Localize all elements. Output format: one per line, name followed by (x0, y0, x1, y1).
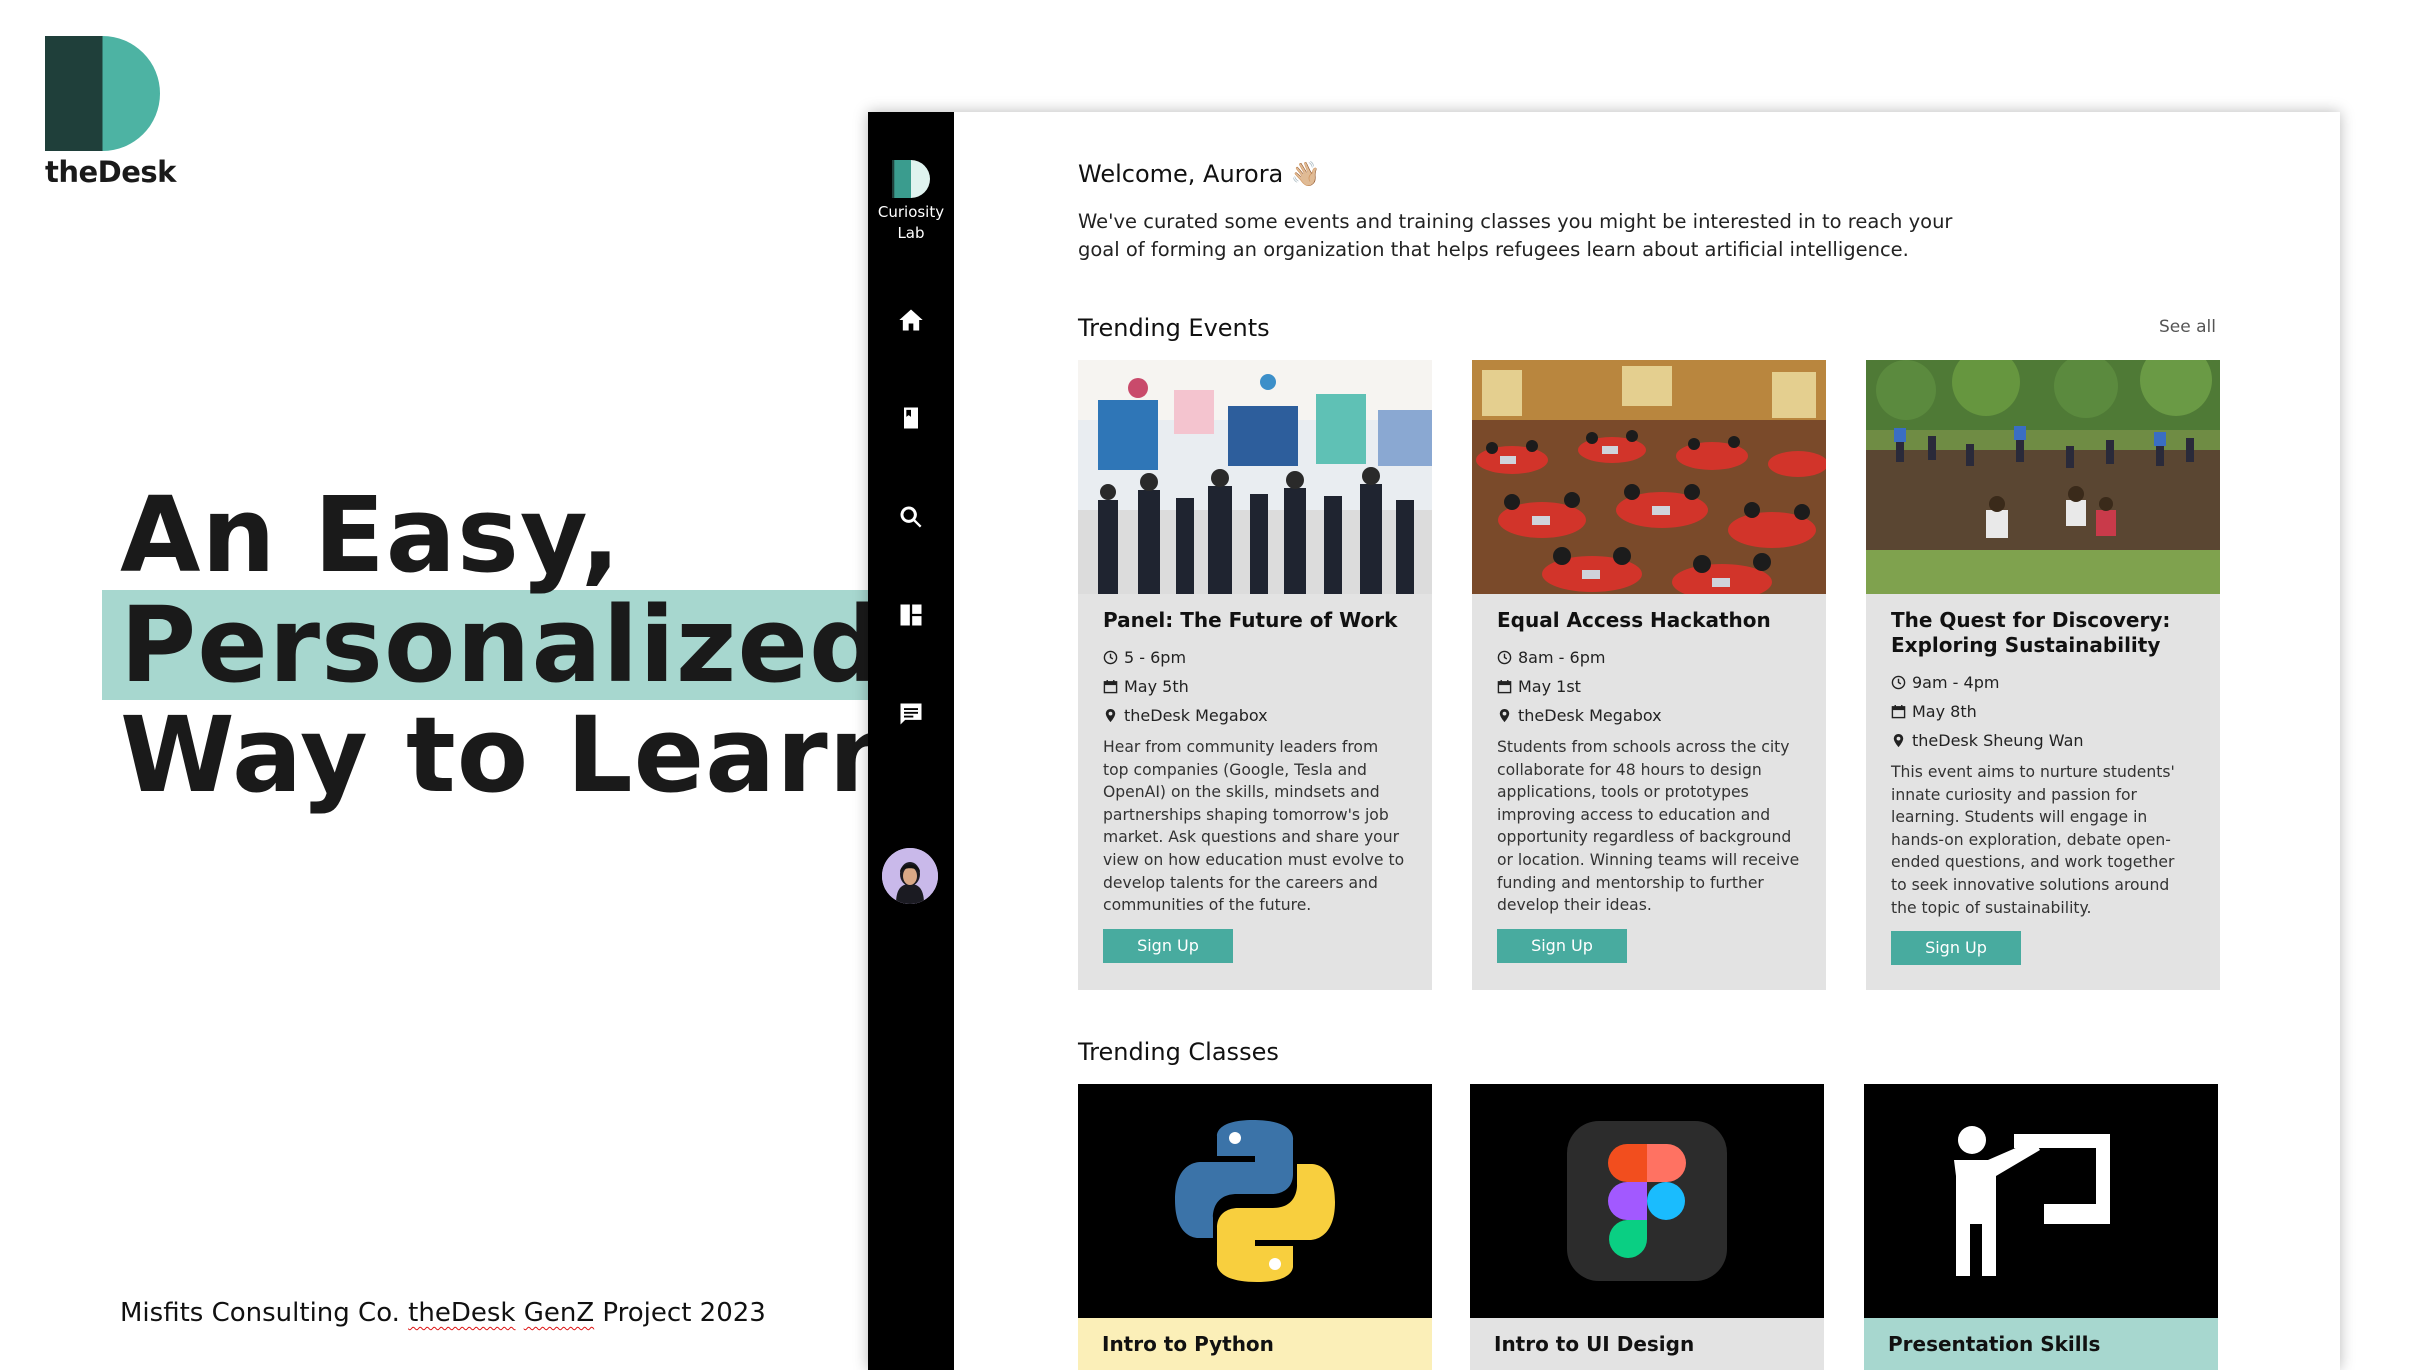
event-card: The Quest for Discovery: Exploring Susta… (1866, 360, 2220, 990)
clock-icon (1891, 675, 1906, 690)
event-date: May 8th (1891, 697, 2194, 726)
clock-icon (1103, 650, 1118, 665)
curiosity-lab-logo-icon (892, 160, 930, 198)
event-description: Hear from community leaders from top com… (1103, 738, 1405, 915)
footer-mid (515, 1298, 523, 1328)
event-date: May 5th (1103, 672, 1406, 701)
footer-brand: theDesk (408, 1298, 516, 1328)
headline-line-3: Way to Learn (120, 694, 904, 816)
app-window: Curiosity Lab Welcome, Aurora 👋🏼 We've c… (868, 112, 2340, 1370)
sidebar: Curiosity Lab (868, 112, 954, 1370)
footer-genz: GenZ (523, 1298, 595, 1328)
event-time-text: 9am - 4pm (1912, 673, 2000, 692)
user-avatar[interactable] (882, 848, 938, 904)
see-all-events-link[interactable]: See all (2159, 317, 2216, 337)
event-time-text: 8am - 6pm (1518, 648, 1606, 667)
event-title: Equal Access Hackathon (1497, 608, 1771, 632)
headline-line-1: An Easy, (120, 474, 622, 596)
welcome-heading: Welcome, Aurora 👋🏼 (1078, 160, 1321, 188)
logo-text: theDesk (45, 155, 176, 189)
trending-classes-title: Trending Classes (1078, 1038, 1279, 1066)
class-card[interactable]: Presentation Skills (1864, 1084, 2218, 1370)
presentation-icon (1864, 1084, 2218, 1318)
location-pin-icon (1105, 708, 1116, 723)
class-card-footer: Presentation Skills (1864, 1318, 2218, 1370)
event-description: Students from schools across the city co… (1497, 738, 1800, 915)
main-content: Welcome, Aurora 👋🏼 We've curated some ev… (954, 112, 2340, 1370)
event-date-text: May 8th (1912, 702, 1977, 721)
event-card: Equal Access Hackathon 8am - 6pm May 1st… (1472, 360, 1826, 990)
event-date-text: May 5th (1124, 677, 1189, 696)
thedesk-logo: theDesk (45, 36, 176, 189)
class-card-footer: Intro to UI Design (1470, 1318, 1824, 1370)
calendar-icon (1103, 679, 1118, 694)
calendar-icon (1497, 679, 1512, 694)
python-logo-icon (1078, 1084, 1432, 1318)
event-photo-outdoor-field (1866, 360, 2220, 594)
event-time: 9am - 4pm (1891, 668, 2194, 697)
headline-line-2-highlighted: Personalized (102, 590, 883, 700)
event-location-text: theDesk Megabox (1124, 706, 1268, 725)
class-title: Presentation Skills (1888, 1332, 2101, 1356)
class-title: Intro to UI Design (1494, 1332, 1695, 1356)
event-location: theDesk Megabox (1497, 701, 1800, 730)
event-date-text: May 1st (1518, 677, 1581, 696)
event-description: This event aims to nurture students' inn… (1891, 763, 2175, 917)
nav-chat-icon[interactable] (895, 698, 927, 730)
class-card-footer: Intro to Python (1078, 1318, 1432, 1370)
thedesk-logo-mark (45, 36, 160, 151)
sign-up-button[interactable]: Sign Up (1497, 928, 1627, 963)
trending-events-title: Trending Events (1078, 314, 1270, 342)
user-avatar-portrait-icon (882, 848, 938, 904)
sidebar-brand-line2: Lab (897, 224, 925, 242)
event-photo-hackathon (1472, 360, 1826, 594)
event-title: Panel: The Future of Work (1103, 608, 1398, 632)
event-time-text: 5 - 6pm (1124, 648, 1187, 667)
footer-credit: Misfits Consulting Co. theDesk GenZ Proj… (120, 1298, 766, 1328)
location-pin-icon (1499, 708, 1510, 723)
event-time: 5 - 6pm (1103, 643, 1406, 672)
event-card: Panel: The Future of Work 5 - 6pm May 5t… (1078, 360, 1432, 990)
location-pin-icon (1893, 733, 1904, 748)
event-date: May 1st (1497, 672, 1800, 701)
nav-dashboard-icon[interactable] (895, 599, 927, 631)
event-location: theDesk Sheung Wan (1891, 726, 2194, 755)
calendar-icon (1891, 704, 1906, 719)
sign-up-button[interactable]: Sign Up (1891, 931, 2021, 966)
event-photo-expo-hall (1078, 360, 1432, 594)
intro-text: We've curated some events and training c… (1078, 210, 1953, 261)
event-location: theDesk Megabox (1103, 701, 1406, 730)
event-location-text: theDesk Sheung Wan (1912, 731, 2084, 750)
class-title: Intro to Python (1102, 1332, 1274, 1356)
sidebar-brand-line1: Curiosity (877, 203, 945, 221)
slide-headline: An Easy, Personalized Way to Learn (0, 474, 904, 816)
event-title: The Quest for Discovery: Exploring Susta… (1891, 608, 2171, 657)
class-card[interactable]: Intro to UI Design (1470, 1084, 1824, 1370)
event-location-text: theDesk Megabox (1518, 706, 1662, 725)
nav-home-icon[interactable] (895, 304, 927, 336)
figma-logo-icon (1470, 1084, 1824, 1318)
sidebar-brand[interactable]: Curiosity Lab (868, 160, 954, 244)
footer-prefix: Misfits Consulting Co. (120, 1298, 409, 1328)
footer-suffix: Project 2023 (594, 1298, 766, 1328)
clock-icon (1497, 650, 1512, 665)
nav-book-icon[interactable] (895, 402, 927, 434)
class-card[interactable]: Intro to Python (1078, 1084, 1432, 1370)
nav-search-icon[interactable] (895, 501, 927, 533)
sign-up-button[interactable]: Sign Up (1103, 928, 1233, 963)
event-time: 8am - 6pm (1497, 643, 1800, 672)
